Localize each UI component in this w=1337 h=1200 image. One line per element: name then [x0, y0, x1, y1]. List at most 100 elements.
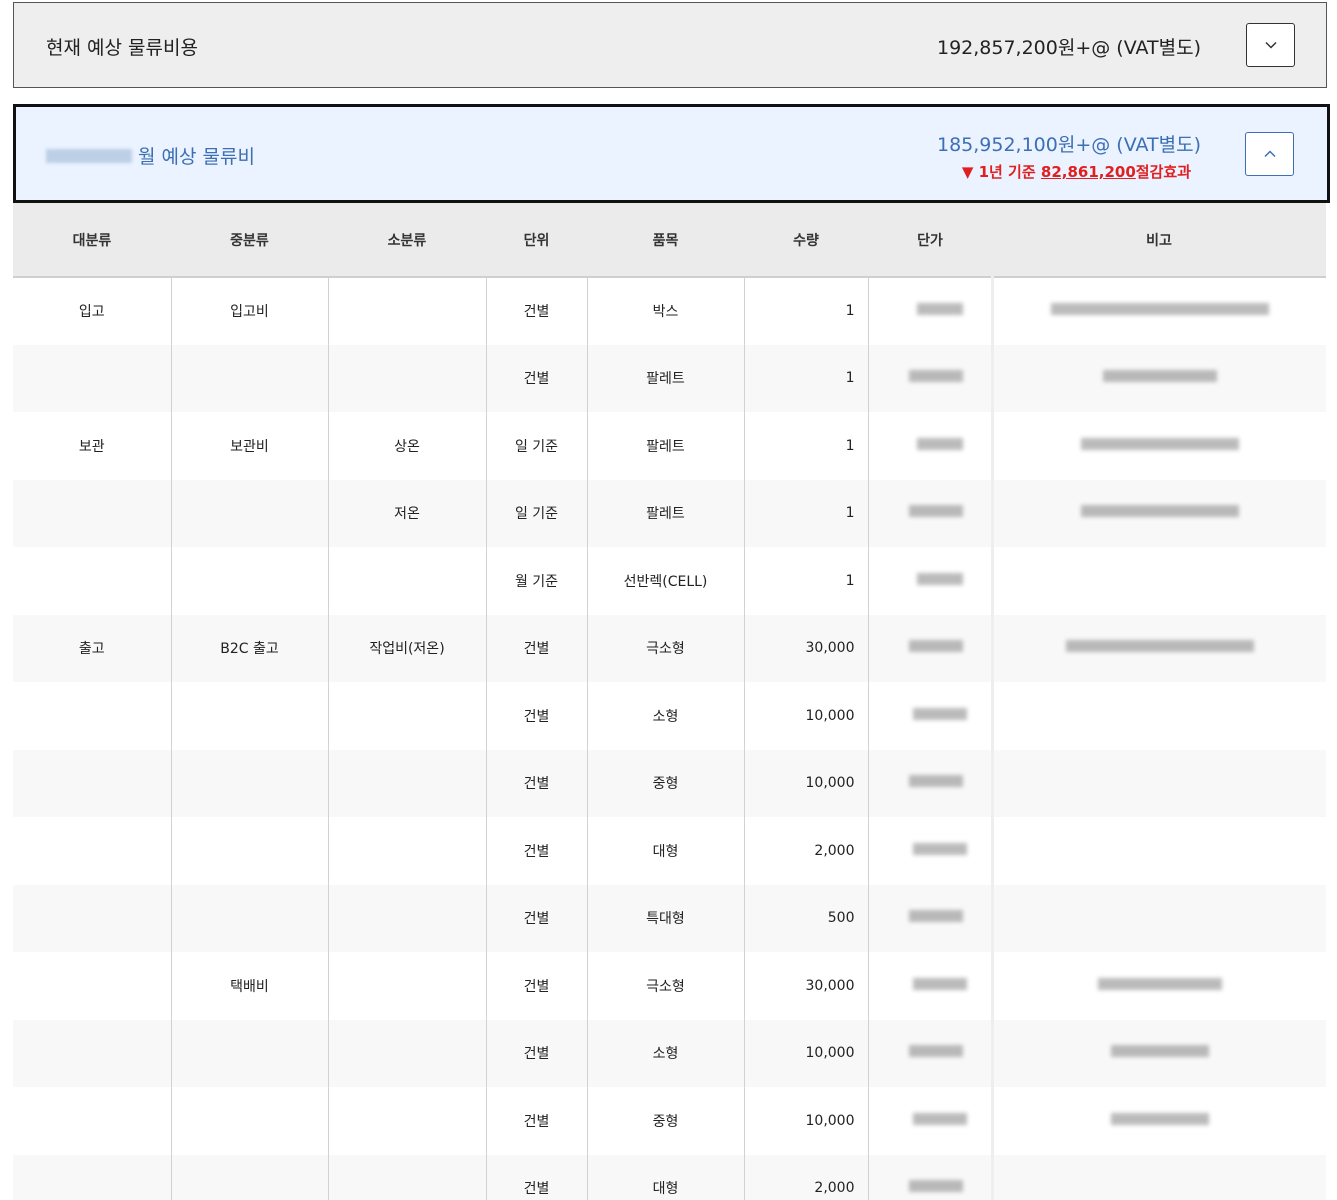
cell-minor — [328, 817, 487, 885]
redacted-price — [908, 910, 963, 923]
cell-price — [868, 749, 992, 817]
header-qty: 수량 — [744, 203, 868, 278]
chevron-down-icon — [1264, 41, 1277, 49]
current-cost-panel: 현재 예상 물류비용 192,857,200원+@ (VAT별도) — [13, 2, 1327, 88]
cell-minor — [328, 547, 487, 615]
planned-cost-toggle-button[interactable] — [1245, 132, 1294, 176]
cell-minor: 저온 — [328, 479, 487, 547]
cell-major — [13, 952, 172, 1020]
cell-note — [990, 817, 1326, 885]
cell-note — [990, 547, 1326, 615]
header-major: 대분류 — [13, 203, 171, 278]
redacted-price — [912, 707, 967, 720]
cell-note — [990, 479, 1326, 547]
redacted-note — [1097, 977, 1222, 990]
table-row: 건별 특대형 500 — [13, 884, 1326, 952]
redacted-note — [1080, 505, 1239, 518]
cell-qty: 500 — [744, 884, 869, 952]
cell-item: 팔레트 — [587, 344, 745, 412]
cell-minor: 작업비(저온) — [328, 614, 487, 682]
cell-item: 대형 — [587, 1154, 745, 1200]
current-cost-toggle-button[interactable] — [1246, 23, 1295, 67]
redacted-note — [1080, 437, 1239, 450]
cell-qty: 1 — [744, 344, 869, 412]
cell-unit: 건별 — [486, 614, 588, 682]
cell-middle — [171, 884, 329, 952]
cell-minor — [328, 682, 487, 750]
cell-qty: 1 — [744, 479, 869, 547]
cell-price — [868, 547, 992, 615]
cell-item: 팔레트 — [587, 412, 745, 480]
redacted-price — [908, 640, 963, 653]
cell-unit: 일 기준 — [486, 479, 588, 547]
cell-price — [868, 412, 992, 480]
cell-minor — [328, 1019, 487, 1087]
redacted-price — [916, 437, 963, 450]
cell-note — [990, 1087, 1326, 1155]
cell-qty: 1 — [744, 547, 869, 615]
cell-note — [990, 952, 1326, 1020]
cell-unit: 건별 — [486, 952, 588, 1020]
table-row: 월 기준 선반렉(CELL) 1 — [13, 547, 1326, 615]
cell-major: 입고 — [13, 277, 172, 345]
cell-minor: 상온 — [328, 412, 487, 480]
redacted-price — [912, 1112, 967, 1125]
header-middle: 중분류 — [171, 203, 328, 278]
cell-middle — [171, 1019, 329, 1087]
cell-middle — [171, 749, 329, 817]
redacted-price — [916, 572, 963, 585]
cell-minor — [328, 344, 487, 412]
cell-qty: 10,000 — [744, 682, 869, 750]
cell-qty: 30,000 — [744, 614, 869, 682]
cell-major — [13, 817, 172, 885]
cell-price — [868, 1019, 992, 1087]
cell-note — [990, 682, 1326, 750]
cell-item: 선반렉(CELL) — [587, 547, 745, 615]
cell-minor — [328, 277, 487, 345]
cell-price — [868, 614, 992, 682]
table-row: 건별 대형 2,000 — [13, 817, 1326, 885]
cell-item: 극소형 — [587, 952, 745, 1020]
cell-unit: 건별 — [486, 1019, 588, 1087]
cell-item: 소형 — [587, 682, 745, 750]
current-cost-amount: 192,857,200원+@ (VAT별도) — [936, 37, 1201, 59]
cell-middle: 보관비 — [171, 412, 329, 480]
cell-price — [868, 277, 992, 345]
cell-middle: 택배비 — [171, 952, 329, 1020]
planned-cost-title-wrap: 월 예상 물류비 — [46, 142, 255, 169]
redacted-price — [912, 977, 967, 990]
cell-major — [13, 884, 172, 952]
cell-qty: 1 — [744, 277, 869, 345]
planned-cost-title: 월 예상 물류비 — [138, 146, 255, 168]
cell-qty: 1 — [744, 412, 869, 480]
cell-price — [868, 479, 992, 547]
cell-minor — [328, 1154, 487, 1200]
table-row: 택배비 건별 극소형 30,000 — [13, 952, 1326, 1020]
cell-qty: 2,000 — [744, 1154, 869, 1200]
cell-item: 대형 — [587, 817, 745, 885]
cell-price — [868, 682, 992, 750]
redacted-price — [908, 370, 963, 383]
cell-qty: 2,000 — [744, 817, 869, 885]
header-price: 단가 — [868, 203, 992, 278]
redacted-price — [908, 1045, 963, 1058]
cell-major — [13, 1019, 172, 1087]
table-row: 건별 중형 10,000 — [13, 1087, 1326, 1155]
planned-cost-panel: 월 예상 물류비 185,952,100원+@ (VAT별도) ▼ 1년 기준 … — [13, 104, 1330, 203]
redacted-price — [916, 303, 963, 316]
cell-item: 박스 — [587, 277, 745, 345]
cell-unit: 일 기준 — [486, 412, 588, 480]
redacted-period — [46, 148, 132, 163]
redacted-note — [1102, 370, 1217, 383]
table-row: 건별 소형 10,000 — [13, 1019, 1326, 1087]
cell-note — [990, 1154, 1326, 1200]
cell-price — [868, 1087, 992, 1155]
cell-item: 중형 — [587, 749, 745, 817]
cell-item: 중형 — [587, 1087, 745, 1155]
cell-note — [990, 749, 1326, 817]
cell-note — [990, 884, 1326, 952]
header-minor: 소분류 — [328, 203, 486, 278]
table-row: 저온 일 기준 팔레트 1 — [13, 479, 1326, 547]
redacted-note — [1110, 1045, 1209, 1058]
cell-major — [13, 479, 172, 547]
